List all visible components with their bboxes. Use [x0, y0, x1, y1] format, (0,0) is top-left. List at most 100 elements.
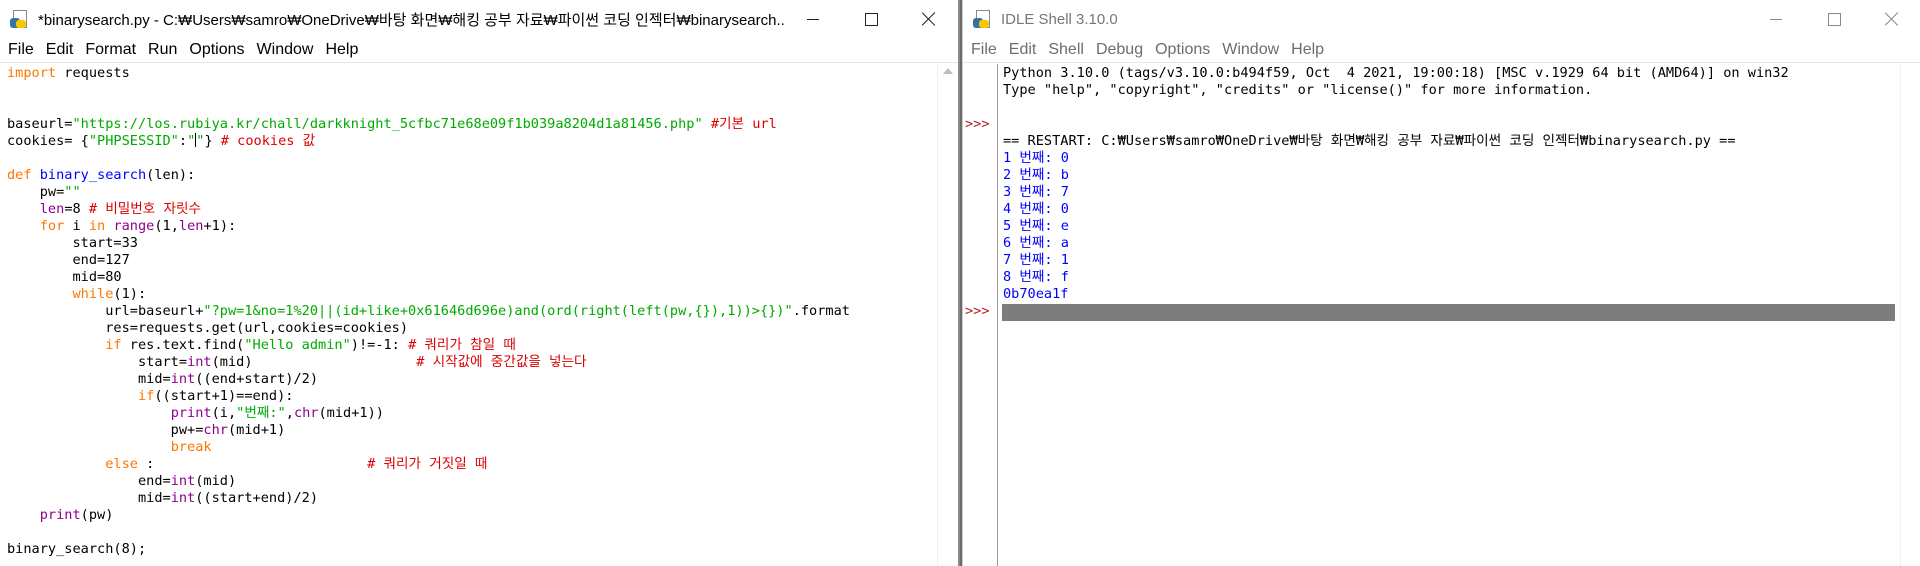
prompt-gutter: >>> >>> [963, 64, 998, 566]
close-button[interactable] [900, 0, 958, 38]
code-token: mid= [7, 490, 171, 506]
code-token: print [170, 405, 212, 421]
editor-window-title: *binarysearch.py - C:₩Users₩samro₩OneDri… [38, 11, 784, 29]
code-token: ((end+start)/2) [195, 371, 319, 387]
shell-output-line: 3 번째: 7 [1003, 184, 1069, 200]
code-token: chr [293, 405, 319, 421]
menu-edit[interactable]: Edit [40, 41, 80, 59]
menu-file[interactable]: File [2, 41, 40, 59]
close-icon [922, 12, 936, 26]
shell-titlebar[interactable]: IDLE Shell 3.10.0 [963, 0, 1920, 38]
menu-options[interactable]: Options [1149, 41, 1216, 59]
editor-text-area[interactable]: import requests baseurl="https://los.rub… [0, 64, 958, 566]
maximize-icon [1827, 12, 1841, 26]
editor-scrollbar[interactable] [937, 64, 958, 566]
code-token: res.text.find( [121, 337, 245, 353]
code-token: "" [64, 184, 81, 200]
shell-output-line: 4 번째: 0 [1003, 201, 1069, 217]
menu-file[interactable]: File [965, 41, 1003, 59]
menu-shell[interactable]: Shell [1042, 41, 1090, 59]
shell-restart-line: == RESTART: C:₩Users₩samro₩OneDrive₩바탕 화… [1003, 133, 1736, 149]
code-token: # 쿼리가 참일 때 [408, 337, 516, 353]
menu-debug[interactable]: Debug [1090, 41, 1149, 59]
code-token: " [187, 133, 196, 149]
maximize-button[interactable] [842, 0, 900, 38]
code-line: start=33 [7, 235, 138, 251]
shell-text-area[interactable]: >>> >>> Python 3.10.0 (tags/v3.10.0:b494… [963, 64, 1920, 566]
menu-edit[interactable]: Edit [1003, 41, 1043, 59]
menu-window[interactable]: Window [1216, 41, 1285, 59]
code-token: len [39, 201, 65, 217]
shell-output-line: 6 번째: a [1003, 235, 1069, 251]
code-token: , [285, 405, 294, 421]
editor-titlebar[interactable]: *binarysearch.py - C:₩Users₩samro₩OneDri… [0, 0, 958, 38]
close-button[interactable] [1863, 0, 1920, 38]
code-line: mid=80 [7, 269, 122, 285]
code-token: "https://los.rubiya.kr/chall/darkknight_… [72, 116, 703, 132]
code-token: if [137, 388, 155, 404]
shell-output-line: 5 번째: e [1003, 218, 1069, 234]
code-token: chr [203, 422, 228, 438]
code-token: start= [7, 354, 188, 370]
code-token: "?pw=1&no=1%20||(id+like+0x61646d696e)an… [203, 303, 793, 319]
code-token: (i, [211, 405, 237, 421]
code-token: # 비밀번호 자릿수 [80, 201, 201, 217]
code-token: : [137, 456, 368, 472]
menu-help[interactable]: Help [1285, 41, 1330, 59]
menu-window[interactable]: Window [251, 41, 320, 59]
shell-output-line: 0b70ea1f [1003, 286, 1069, 302]
shell-output-line: 7 번째: 1 [1003, 252, 1069, 268]
minimize-button[interactable] [784, 0, 842, 38]
shell-scrollbar[interactable] [1900, 64, 1920, 566]
code-token: break [170, 439, 212, 455]
code-token: (mid+1)) [318, 405, 384, 421]
minimize-button[interactable] [1747, 0, 1805, 38]
code-token: (mid) [195, 473, 237, 489]
code-token: range [113, 218, 155, 234]
scroll-up-arrow-icon[interactable] [943, 68, 953, 74]
shell-menubar: File Edit Shell Debug Options Window Hel… [963, 38, 1920, 63]
code-token: i [64, 218, 89, 234]
code-line: binary_search(8); [7, 541, 147, 557]
code-token: : [178, 133, 188, 149]
code-token: (mid) [211, 354, 417, 370]
code-token: import [7, 65, 57, 81]
code-token: } [204, 133, 213, 149]
code-editor[interactable]: import requests baseurl="https://los.rub… [7, 65, 934, 566]
code-token: pw+= [7, 422, 204, 438]
code-token: mid= [7, 371, 171, 387]
code-token: len [178, 218, 204, 234]
code-token: (1, [154, 218, 179, 234]
editor-menubar: File Edit Format Run Options Window Help [0, 38, 958, 63]
code-token: end= [7, 473, 171, 489]
shell-banner-line: Python 3.10.0 (tags/v3.10.0:b494f59, Oct… [1003, 65, 1789, 81]
code-token: #기본 url [702, 116, 777, 132]
code-token: # 쿼리가 거짓일 때 [367, 456, 488, 472]
shell-window: IDLE Shell 3.10.0 File Edit Shell Debug … [962, 0, 1920, 566]
code-token: requests [56, 65, 130, 81]
code-token: while [72, 286, 114, 302]
menu-format[interactable]: Format [79, 41, 142, 59]
menu-run[interactable]: Run [142, 41, 183, 59]
code-token: # 시작값에 중간값을 넣는다 [416, 354, 587, 370]
code-token: pw= [7, 184, 65, 200]
shell-window-title: IDLE Shell 3.10.0 [1001, 10, 1118, 28]
shell-prompt: >>> [965, 116, 990, 132]
code-token: "PHPSESSID" [88, 133, 179, 149]
shell-output[interactable]: Python 3.10.0 (tags/v3.10.0:b494f59, Oct… [1003, 65, 1897, 566]
python-file-icon [10, 9, 30, 29]
code-token: +1): [203, 218, 237, 234]
maximize-button[interactable] [1805, 0, 1863, 38]
maximize-icon [864, 12, 878, 26]
code-token: int [170, 473, 196, 489]
menu-options[interactable]: Options [183, 41, 250, 59]
menu-help[interactable]: Help [319, 41, 364, 59]
code-line: res=requests.get(url,cookies=cookies) [7, 320, 409, 336]
